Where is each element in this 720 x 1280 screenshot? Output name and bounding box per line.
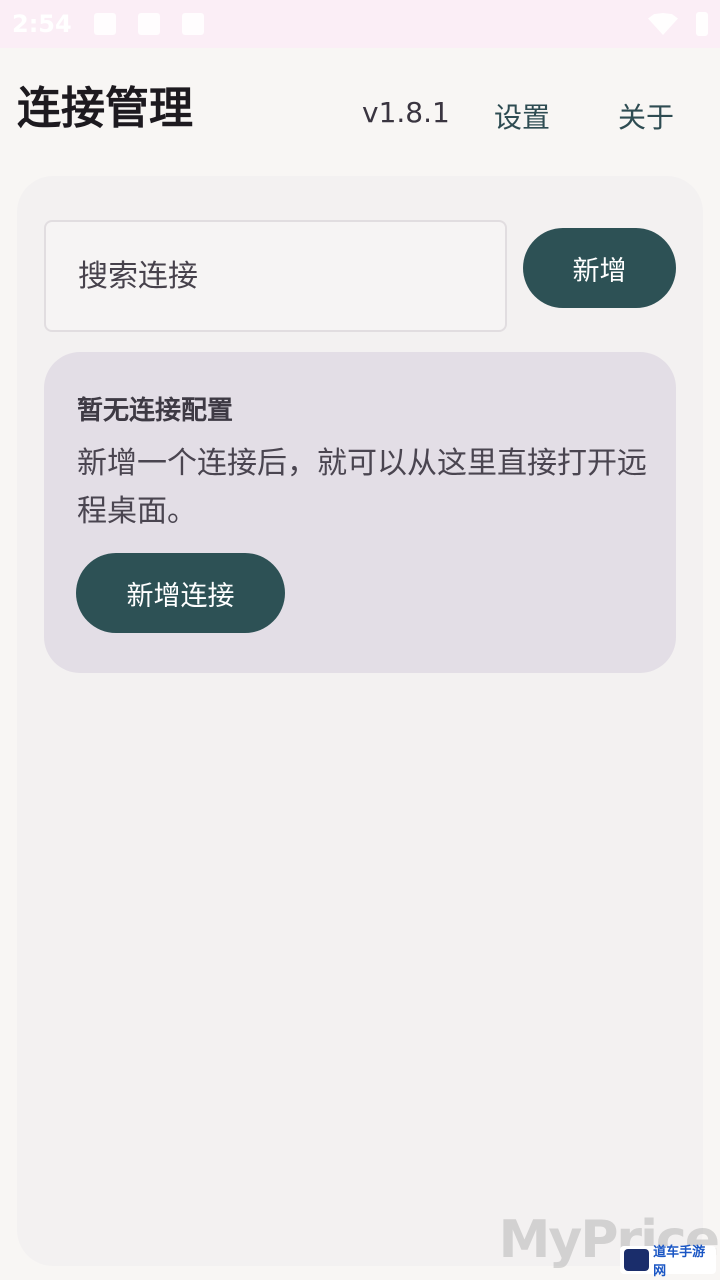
empty-state-description: 新增一个连接后，就可以从这里直接打开远程桌面。 (77, 446, 647, 529)
wifi-icon (648, 13, 678, 35)
version-label: v1.8.1 (362, 96, 450, 129)
notification-icon (93, 13, 116, 35)
download-icon (137, 13, 160, 35)
status-bar: 2:54 (0, 0, 720, 48)
empty-state-title: 暂无连接配置 (77, 396, 234, 426)
car-logo-icon (624, 1249, 650, 1271)
watermark: MyPrice 道车手游网 (499, 1210, 720, 1280)
watermark-badge-label: 道车手游网 (653, 1245, 706, 1279)
about-button[interactable]: 关于 (618, 96, 674, 136)
search-input[interactable] (44, 220, 507, 332)
watermark-badge: 道车手游网 (620, 1245, 716, 1279)
page-title: 连接管理 (17, 83, 193, 134)
app-header: 连接管理 v1.8.1 设置 关于 (0, 48, 720, 168)
settings-button[interactable]: 设置 (494, 96, 550, 136)
add-connection-button[interactable]: 新增连接 (76, 553, 285, 633)
empty-state-card: 暂无连接配置 新增一个连接后，就可以从这里直接打开远程桌面。 新增连接 (44, 352, 676, 673)
add-button[interactable]: 新增 (523, 228, 676, 308)
battery-icon (696, 12, 708, 36)
sim-icon (181, 13, 204, 35)
status-time: 2:54 (12, 10, 72, 38)
connection-panel (17, 176, 703, 1266)
